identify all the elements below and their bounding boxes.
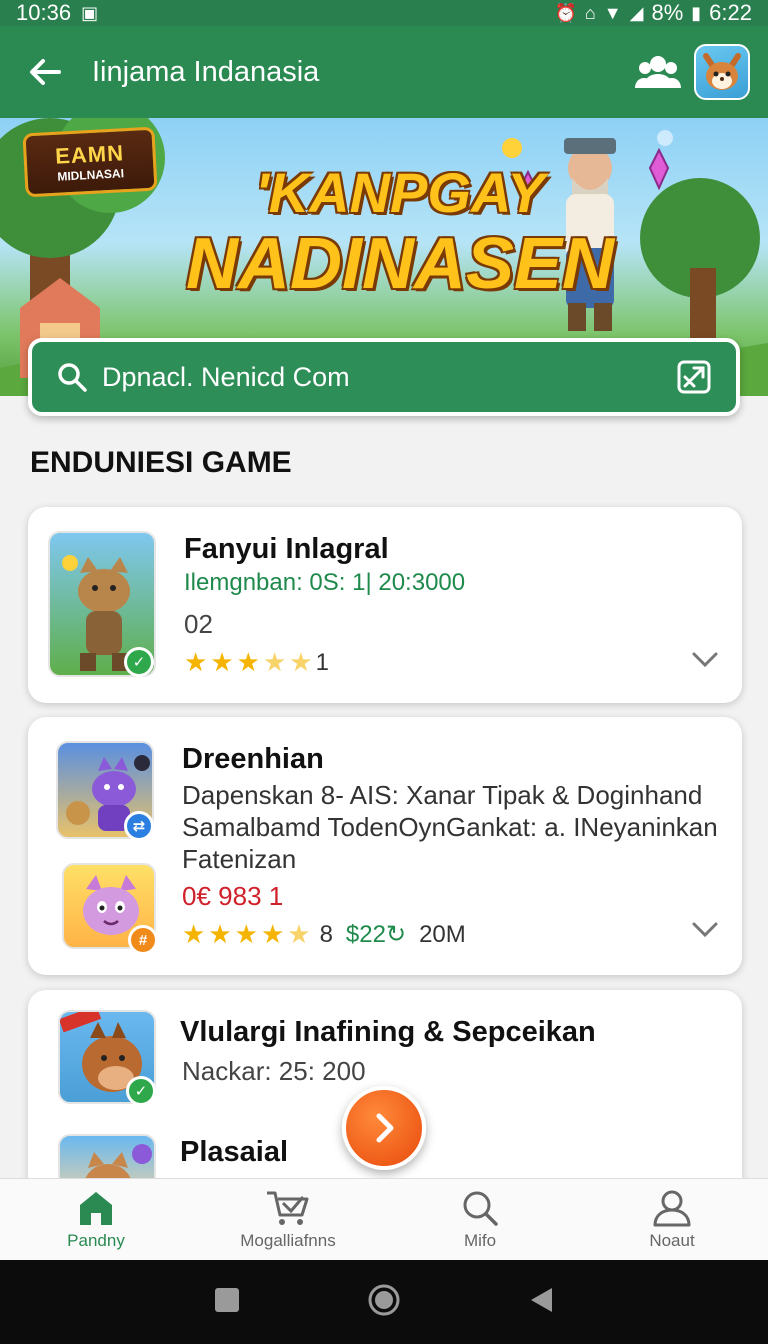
home-icon [80, 1191, 112, 1225]
expand-button[interactable] [688, 913, 722, 947]
nav-label: Noaut [649, 1230, 695, 1250]
star-icon: ★ [184, 647, 208, 677]
wifi-icon: ▼ [603, 3, 622, 23]
game-description: Dapenskan 8- AIS: Xanar Tipak & Doginhan… [182, 779, 722, 875]
nav-item-home[interactable]: Pandny [0, 1179, 192, 1260]
chevron-right-icon [376, 1113, 394, 1143]
game-subtitle: 02 [184, 609, 213, 639]
description-line: Fatenizan [182, 844, 297, 874]
status-time-left: 10:36 [16, 0, 72, 25]
cart-icon [267, 1191, 309, 1225]
banner-logo-line1: EAMN [54, 140, 125, 169]
chevron-down-icon [692, 652, 718, 668]
description-line: Dapenskan 8- AIS: Xanar Tipak & Doginhan… [182, 780, 703, 810]
price-green: $22↻ [345, 921, 407, 948]
recents-button[interactable] [214, 1287, 240, 1318]
star-half-icon: ★ [262, 647, 287, 677]
search-icon [58, 363, 87, 392]
app-bar: Iinjama Indanasia [0, 26, 768, 118]
image-notification-icon: ▣ [81, 3, 99, 23]
home-notification-icon: ⌂ [584, 3, 596, 23]
battery-percent: 8% [651, 0, 684, 25]
game-price: 0€ 983 1 [182, 881, 284, 911]
status-time-right: 6:22 [709, 0, 752, 25]
banner-title: 'KANPGAY NADINASEN [170, 161, 630, 305]
profile-icon [653, 1190, 691, 1226]
star-half-icon: ★ [289, 647, 313, 677]
game-card[interactable]: ✓ Fanyui Inlagral Ilemgnban: 0S: 1| 20:3… [28, 507, 742, 703]
nav-label: Mogalliafnns [240, 1230, 336, 1250]
nav-item-search[interactable]: Mifo [384, 1179, 576, 1260]
banner-title-line1: 'KANPGAY [255, 161, 545, 224]
nav-item-profile[interactable]: Noaut [576, 1179, 768, 1260]
rating-count: 1 [315, 648, 329, 676]
star-icon: ★ [182, 919, 206, 949]
file-size: 20M [419, 920, 466, 948]
star-icon: ★ [234, 919, 258, 949]
next-fab-button[interactable] [342, 1086, 426, 1170]
signal-icon: ◢ [629, 3, 644, 23]
verified-check-icon: ✓ [126, 1076, 156, 1106]
star-rating: ★ ★ ★ ★ ★ 8 $22↻ 20M [182, 919, 466, 950]
game-name: Dreenhian [182, 743, 324, 775]
game-name: Fanyui Inlagral [184, 533, 389, 565]
bottom-nav: Pandny Mogalliafnns Mifo Noaut [0, 1178, 768, 1260]
battery-icon: ▮ [691, 3, 702, 23]
expand-button[interactable] [688, 643, 722, 677]
banner-logo: EAMN MIDLNASAI [22, 126, 158, 198]
game-meta: Nackar: 25: 200 [182, 1056, 366, 1086]
verified-check-icon: ✓ [124, 647, 154, 677]
sync-badge-icon: ⇄ [124, 811, 154, 841]
hashtag-badge-icon: # [128, 925, 158, 955]
alarm-icon: ⏰ [554, 3, 577, 23]
game-name-secondary: Plasaial [180, 1136, 289, 1168]
home-system-button[interactable] [367, 1283, 401, 1322]
star-rating: ★ ★ ★ ★ ★ 1 [184, 647, 329, 678]
circle-icon [368, 1284, 400, 1315]
game-meta: Ilemgnban: 0S: 1| 20:3000 [184, 569, 466, 596]
back-button[interactable] [18, 45, 72, 99]
back-system-button[interactable] [528, 1286, 554, 1319]
game-card[interactable]: ⇄ # Dreenhian Dapenskan 8- AIS: Xanar Ti… [28, 717, 742, 975]
star-half-icon: ★ [287, 919, 311, 949]
system-nav-bar [0, 1260, 768, 1344]
search-bar[interactable]: Dpnacl. Nenicd Com [28, 338, 740, 416]
scan-icon[interactable] [676, 359, 712, 395]
triangle-back-icon [531, 1287, 553, 1312]
fox-avatar-icon [703, 53, 741, 90]
avatar[interactable] [694, 44, 750, 100]
square-icon [214, 1287, 239, 1312]
nav-label: Mifo [463, 1230, 497, 1250]
star-icon: ★ [236, 647, 260, 677]
star-icon: ★ [208, 919, 232, 949]
section-title: ENDUNIESI GAME [30, 446, 292, 479]
nav-item-cart[interactable]: Mogalliafnns [192, 1179, 384, 1260]
rating-count: 8 [319, 920, 333, 948]
banner-title-line2: NADINASEN [185, 224, 615, 304]
banner-logo-line2: MIDLNASAI [57, 166, 125, 184]
chevron-down-icon [692, 922, 718, 938]
game-name: Vlulargi Inafining & Sepceikan [180, 1016, 596, 1048]
star-icon: ★ [260, 919, 285, 949]
nav-label: Pandny [67, 1230, 125, 1250]
group-icon [635, 56, 681, 88]
search-icon [463, 1191, 498, 1226]
search-input[interactable]: Dpnacl. Nenicd Com [102, 362, 676, 393]
description-line: Samalbamd TodenOynGankat: a. INeyaninkan [182, 812, 718, 842]
page-title: Iinjama Indanasia [92, 55, 320, 88]
star-icon: ★ [210, 647, 234, 677]
community-button[interactable] [632, 46, 684, 98]
back-arrow-icon [30, 59, 61, 85]
status-bar: 10:36 ▣ ⏰ ⌂ ▼ ◢ 8% ▮ 6:22 [0, 0, 768, 26]
